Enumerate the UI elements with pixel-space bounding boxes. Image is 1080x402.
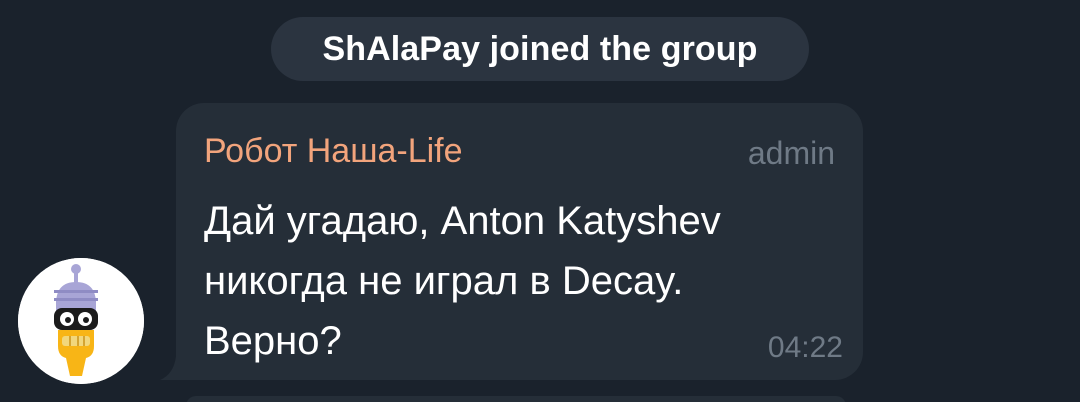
message-text: Дай угадаю, Anton Katyshev никогда не иг… bbox=[204, 199, 721, 363]
sender-avatar[interactable] bbox=[18, 258, 144, 384]
message-bubble[interactable]: Робот Наша-Life admin Дай угадаю, Anton … bbox=[176, 103, 863, 380]
service-message: ShAlaPay joined the group bbox=[271, 17, 809, 81]
sender-name[interactable]: Робот Наша-Life bbox=[204, 129, 463, 173]
sender-role-badge: admin bbox=[747, 135, 835, 171]
robot-avatar-icon bbox=[18, 258, 144, 384]
message-time: 04:22 bbox=[767, 331, 843, 364]
next-message-bubble-edge bbox=[186, 396, 846, 402]
chat-view[interactable]: ShAlaPay joined the group Робот Наша-Lif… bbox=[0, 0, 1080, 402]
